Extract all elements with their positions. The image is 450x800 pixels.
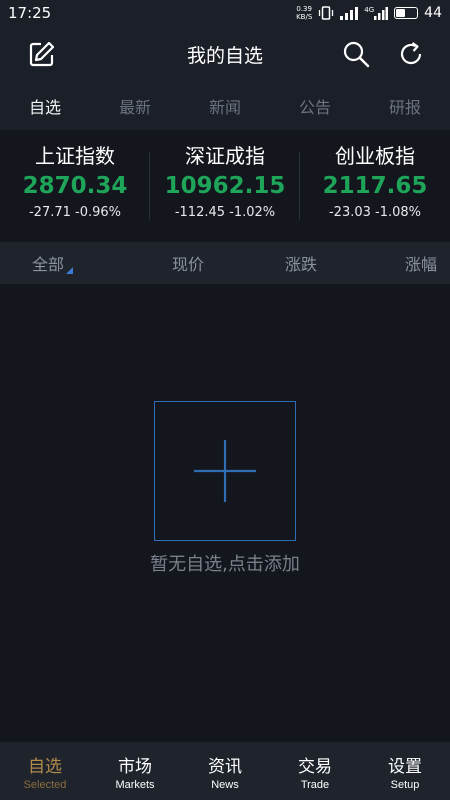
- content-tabs: 自选 最新 新闻 公告 研报: [0, 82, 450, 130]
- refresh-button[interactable]: [395, 38, 427, 70]
- nav-item-selected[interactable]: 自选 Selected: [0, 742, 90, 800]
- market-indices: 上证指数 2870.34 -27.71 -0.96% 深证成指 10962.15…: [0, 130, 450, 242]
- nav-item-trade[interactable]: 交易 Trade: [270, 742, 360, 800]
- page-title: 我的自选: [186, 44, 263, 67]
- edit-button[interactable]: [26, 38, 58, 70]
- column-change[interactable]: 涨跌: [285, 251, 317, 275]
- nav-label: 自选: [28, 756, 62, 777]
- net-speed-unit: KB/S: [296, 13, 313, 21]
- index-change: -23.03 -1.08%: [328, 205, 422, 220]
- index-name: 上证指数: [35, 144, 115, 168]
- column-change-pct[interactable]: 涨幅: [405, 251, 437, 275]
- column-all-sort[interactable]: 全部: [32, 251, 74, 275]
- network-type: 4G: [364, 5, 375, 14]
- net-speed-value: 0.39: [296, 5, 312, 13]
- nav-label: 市场: [118, 756, 152, 777]
- battery-level: 44: [424, 5, 442, 21]
- sort-indicator-icon: [66, 267, 74, 274]
- nav-label: 设置: [388, 756, 422, 777]
- nav-sublabel: News: [211, 778, 239, 791]
- tab-research[interactable]: 研报: [360, 94, 450, 118]
- index-card-shenzhen[interactable]: 深证成指 10962.15 -112.45 -1.02%: [150, 130, 300, 242]
- status-icons: 0.39 KB/S 4G 44: [296, 5, 442, 21]
- index-name: 深证成指: [185, 144, 265, 168]
- nav-item-setup[interactable]: 设置 Setup: [360, 742, 450, 800]
- plus-icon: [194, 440, 256, 502]
- clock: 17:25: [8, 4, 52, 22]
- search-button[interactable]: [340, 38, 372, 70]
- refresh-icon: [400, 42, 422, 65]
- search-icon: [343, 41, 370, 68]
- nav-sublabel: Selected: [23, 778, 67, 791]
- status-bar: 17:25 0.39 KB/S 4G 44: [0, 0, 450, 26]
- index-change: -27.71 -0.96%: [28, 205, 122, 220]
- nav-sublabel: Trade: [300, 778, 330, 791]
- signal-icon: [340, 6, 359, 20]
- index-card-chinext[interactable]: 创业板指 2117.65 -23.03 -1.08%: [300, 130, 450, 242]
- index-card-shanghai[interactable]: 上证指数 2870.34 -27.71 -0.96%: [0, 130, 150, 242]
- add-stock-button[interactable]: [154, 401, 296, 541]
- tab-latest[interactable]: 最新: [90, 94, 180, 118]
- nav-item-markets[interactable]: 市场 Markets: [90, 742, 180, 800]
- edit-icon: [29, 41, 55, 67]
- signal-4g-icon: [374, 6, 389, 20]
- nav-sublabel: Setup: [390, 778, 420, 791]
- signal-4g: 4G: [364, 5, 389, 20]
- tab-announcements[interactable]: 公告: [270, 94, 360, 118]
- nav-sublabel: Markets: [115, 778, 155, 791]
- net-speed: 0.39 KB/S: [296, 5, 312, 21]
- index-name: 创业板指: [335, 144, 415, 168]
- nav-label: 交易: [298, 756, 332, 777]
- index-change: -112.45 -1.02%: [174, 205, 276, 220]
- empty-state-message[interactable]: 暂无自选,点击添加: [0, 550, 450, 576]
- index-value: 10962.15: [164, 173, 286, 199]
- index-value: 2117.65: [322, 173, 428, 199]
- tab-watchlist[interactable]: 自选: [0, 94, 90, 118]
- watchlist-column-header: 全部 现价 涨跌 涨幅: [0, 242, 450, 284]
- nav-item-news[interactable]: 资讯 News: [180, 742, 270, 800]
- nav-label: 资讯: [208, 756, 242, 777]
- empty-watchlist: 暂无自选,点击添加: [0, 284, 450, 742]
- index-value: 2870.34: [22, 173, 128, 199]
- bottom-nav: 自选 Selected 市场 Markets 资讯 News 交易 Trade …: [0, 742, 450, 800]
- battery-icon: [394, 7, 419, 19]
- app-header: 我的自选: [0, 26, 450, 82]
- vibrate-icon: [319, 6, 334, 20]
- tab-news[interactable]: 新闻: [180, 94, 270, 118]
- column-price[interactable]: 现价: [172, 251, 204, 275]
- column-all-label: 全部: [32, 255, 65, 274]
